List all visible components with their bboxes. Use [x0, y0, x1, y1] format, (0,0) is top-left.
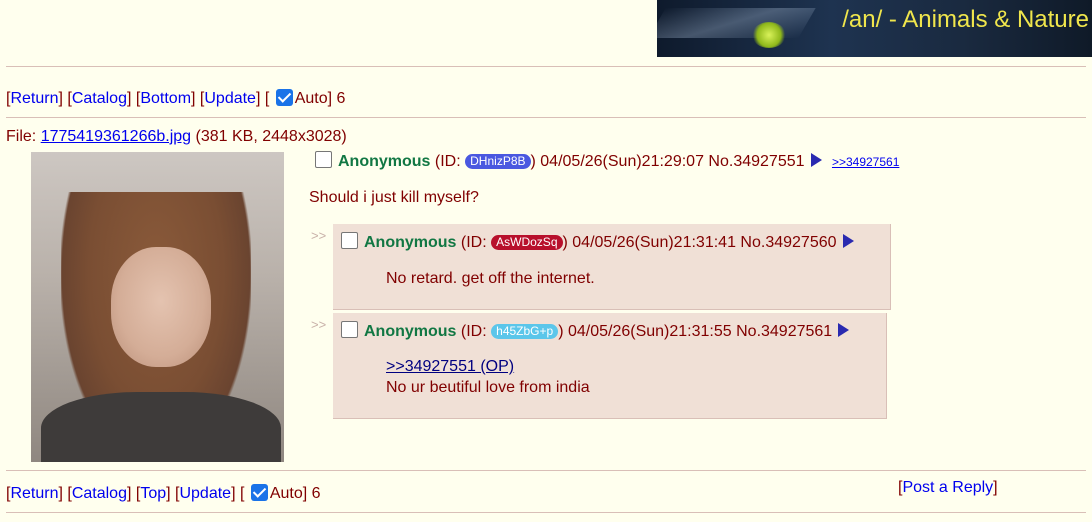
reply-poster-name: Anonymous: [364, 323, 457, 340]
auto-label: Auto: [269, 485, 303, 502]
reply-poster-name: Anonymous: [364, 234, 457, 251]
file-link[interactable]: 1775419361266b.jpg: [41, 128, 191, 145]
op-select-checkbox[interactable]: [315, 151, 332, 168]
reply-message: No retard. get off the internet.: [386, 270, 595, 287]
update-counter: 6: [336, 90, 346, 107]
post-menu-arrow-icon[interactable]: [842, 234, 854, 248]
reply-poster-id[interactable]: h45ZbG+p: [491, 324, 559, 339]
reply-post-info: Anonymous (ID: h45ZbG+p) 04/05/26(Sun)21…: [341, 321, 850, 341]
post-reply-link[interactable]: Post a Reply: [902, 479, 993, 496]
op-message: Should i just kill myself?: [309, 189, 479, 206]
file-meta: (381 KB, 2448x3028): [195, 128, 347, 145]
reply-post: Anonymous (ID: h45ZbG+p) 04/05/26(Sun)21…: [333, 313, 887, 419]
reply-message: No ur beutiful love from india: [386, 379, 590, 396]
banner-glow: [752, 22, 786, 48]
return-link[interactable]: Return: [10, 485, 58, 502]
reply-select-checkbox[interactable]: [341, 321, 358, 338]
catalog-link[interactable]: Catalog: [72, 485, 127, 502]
reply-post-number[interactable]: No.34927560: [740, 234, 836, 251]
reply-id-prefix: (ID:: [460, 234, 487, 251]
post-menu-arrow-icon[interactable]: [810, 153, 822, 167]
reply-post: Anonymous (ID: AsWDozSq) 04/05/26(Sun)21…: [333, 224, 891, 310]
op-datetime: ) 04/05/26(Sun)21:29:07: [530, 153, 704, 170]
divider-footer: [6, 512, 1086, 513]
board-banner: /an/ - Animals & Nature: [657, 0, 1092, 57]
banner-graphic: [657, 8, 816, 38]
auto-label: Auto: [294, 90, 328, 107]
auto-update-checkbox[interactable]: [275, 89, 293, 106]
reply-select-checkbox[interactable]: [341, 232, 358, 249]
catalog-link[interactable]: Catalog: [72, 90, 127, 107]
top-link[interactable]: Top: [140, 485, 166, 502]
divider-bottom: [6, 470, 1086, 471]
op-post-info: Anonymous (ID: DHnizP8B) 04/05/26(Sun)21…: [315, 151, 899, 171]
op-id-prefix: (ID:: [434, 153, 461, 170]
file-label: File:: [6, 128, 37, 145]
op-poster-name: Anonymous: [338, 153, 431, 170]
auto-update-checkbox[interactable]: [250, 484, 268, 501]
update-link[interactable]: Update: [204, 90, 256, 107]
update-counter: 6: [311, 485, 321, 502]
reply-datetime: ) 04/05/26(Sun)21:31:55: [558, 323, 732, 340]
op-image-thumbnail[interactable]: [31, 152, 284, 462]
post-reply-bracket: [Post a Reply]: [898, 479, 998, 496]
reply-poster-id[interactable]: AsWDozSq: [491, 235, 563, 250]
reply-id-prefix: (ID:: [460, 323, 487, 340]
divider-mid: [6, 117, 1086, 118]
reply-post-info: Anonymous (ID: AsWDozSq) 04/05/26(Sun)21…: [341, 232, 854, 252]
reply-post-number[interactable]: No.34927561: [736, 323, 832, 340]
thread-nav-top: [Return] [Catalog] [Bottom] [Update] [ A…: [6, 89, 346, 107]
quote-link[interactable]: >>34927551 (OP): [386, 358, 514, 375]
bottom-link[interactable]: Bottom: [140, 90, 191, 107]
banner-title: /an/ - Animals & Nature: [842, 6, 1089, 33]
file-info: File: 1775419361266b.jpg (381 KB, 2448x3…: [6, 128, 347, 146]
thread-nav-bottom: [Return] [Catalog] [Top] [Update] [ Auto…: [6, 484, 321, 502]
reply-side-arrows: >>: [311, 228, 327, 243]
return-link[interactable]: Return: [10, 90, 58, 107]
op-backlink[interactable]: >>34927561: [832, 155, 899, 169]
reply-side-arrows: >>: [311, 317, 327, 332]
reply-quote-line: >>34927551 (OP): [386, 358, 514, 376]
post-menu-arrow-icon[interactable]: [838, 323, 850, 337]
update-link[interactable]: Update: [179, 485, 231, 502]
op-poster-id[interactable]: DHnizP8B: [465, 154, 531, 169]
reply-datetime: ) 04/05/26(Sun)21:31:41: [562, 234, 736, 251]
divider-top: [6, 66, 1086, 67]
op-post-number[interactable]: No.34927551: [708, 153, 804, 170]
